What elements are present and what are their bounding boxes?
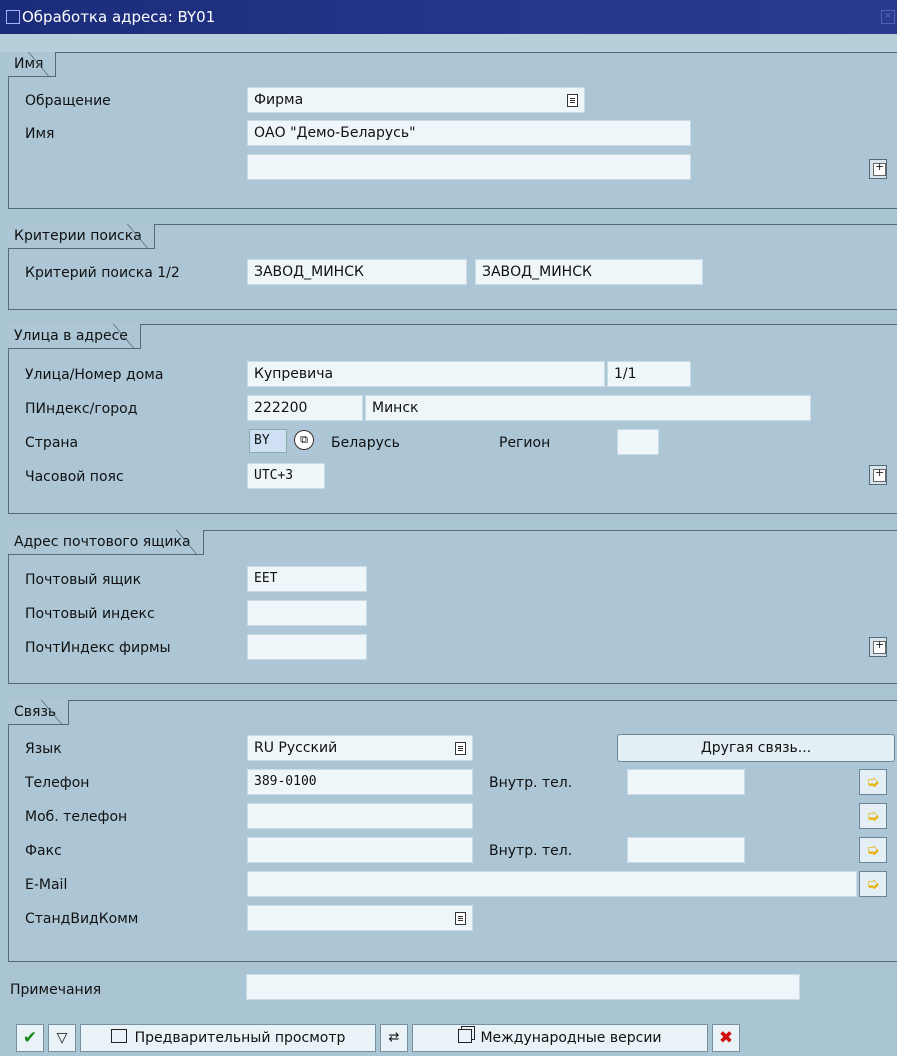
region-label: Регион — [499, 435, 551, 451]
search-group: Критерии поиска Критерий поиска 1/2 ЗАВО… — [8, 224, 897, 310]
phone-label: Телефон — [25, 775, 90, 791]
international-versions-label: Международные версии — [480, 1030, 662, 1046]
printer-icon — [110, 1029, 127, 1043]
pobox-postal-label: Почтовый индекс — [25, 606, 155, 622]
expand-street-icon[interactable] — [869, 465, 887, 485]
expand-pobox-icon[interactable] — [869, 637, 887, 657]
dropdown-list-icon[interactable] — [567, 94, 578, 107]
other-communication-button[interactable]: Другая связь... — [617, 734, 895, 762]
name-group: Имя Обращение Фирма Имя ОАО "Демо-Белару… — [8, 52, 897, 209]
street-field[interactable]: Купревича — [247, 361, 605, 387]
company-postal-label: ПочтИндекс фирмы — [25, 640, 171, 656]
house-number-field[interactable]: 1/1 — [607, 361, 691, 387]
country-name: Беларусь — [331, 435, 400, 451]
mobile-label: Моб. телефон — [25, 809, 128, 825]
bottom-toolbar: ✔ ▽ Предварительный просмотр ⇄ Междунаро… — [0, 1018, 897, 1056]
fax-extension-label: Внутр. тел. — [489, 843, 573, 859]
pobox-label: Почтовый ящик — [25, 572, 142, 588]
pobox-group-title: Адрес почтового ящика — [8, 530, 204, 555]
salutation-label: Обращение — [25, 93, 111, 109]
search-criteria-label: Критерий поиска 1/2 — [25, 265, 180, 281]
copy-icon — [458, 1029, 473, 1043]
country-label: Страна — [25, 435, 79, 451]
language-value: RU Русский — [254, 740, 338, 756]
mobile-field[interactable] — [247, 803, 473, 829]
salutation-field[interactable]: Фирма — [247, 87, 585, 113]
search-group-title: Критерии поиска — [8, 224, 155, 249]
notes-label: Примечания — [10, 982, 102, 998]
international-versions-button[interactable]: Международные версии — [412, 1024, 708, 1052]
phone-arrow-icon[interactable]: ➭ — [859, 769, 887, 795]
preview-button[interactable]: Предварительный просмотр — [80, 1024, 376, 1052]
timezone-label: Часовой пояс — [25, 469, 124, 485]
communication-group: Связь Язык RU Русский Другая связь... Те… — [8, 700, 897, 962]
name-group-title: Имя — [8, 52, 57, 77]
confirm-check-icon[interactable]: ✔ — [16, 1024, 44, 1052]
fax-arrow-icon[interactable]: ➭ — [859, 837, 887, 863]
street-label: Улица/Номер дома — [25, 367, 164, 383]
street-group-title: Улица в адресе — [8, 324, 141, 349]
salutation-value: Фирма — [254, 92, 304, 108]
fax-extension-field[interactable] — [627, 837, 745, 863]
email-label: E-Mail — [25, 877, 68, 893]
street-group: Улица в адресе Улица/Номер дома Купревич… — [8, 324, 897, 514]
city-field[interactable]: Минск — [365, 395, 811, 421]
preview-label: Предварительный просмотр — [134, 1030, 346, 1046]
std-comm-field[interactable] — [247, 905, 473, 931]
email-arrow-icon[interactable]: ➭ — [859, 871, 887, 897]
cancel-x-icon[interactable]: ✖ — [712, 1024, 740, 1052]
phone-extension-label: Внутр. тел. — [489, 775, 573, 791]
expand-name-icon[interactable] — [869, 159, 887, 179]
language-field[interactable]: RU Русский — [247, 735, 473, 761]
header-strip — [0, 34, 897, 52]
std-comm-label: СтандВидКомм — [25, 911, 139, 927]
pobox-group: Адрес почтового ящика Почтовый ящик EET … — [8, 530, 897, 684]
fax-label: Факс — [25, 843, 62, 859]
fax-field[interactable] — [247, 837, 473, 863]
search-criteria-2-field[interactable]: ЗАВОД_МИНСК — [475, 259, 703, 285]
country-code-field[interactable]: BY — [249, 429, 287, 453]
name-field[interactable]: ОАО "Демо-Беларусь" — [247, 120, 691, 146]
communication-group-title: Связь — [8, 700, 70, 725]
rotate-versions-icon[interactable]: ⇄ — [380, 1024, 408, 1052]
dropdown-list-icon[interactable] — [455, 742, 466, 755]
window-title: Обработка адреса: BY01 — [22, 8, 216, 26]
email-field[interactable] — [247, 871, 857, 897]
phone-extension-field[interactable] — [627, 769, 745, 795]
filter-down-icon[interactable]: ▽ — [48, 1024, 76, 1052]
company-postal-field[interactable] — [247, 634, 367, 660]
notes-field[interactable] — [246, 974, 800, 1000]
name2-field[interactable] — [247, 154, 691, 180]
search-criteria-1-field[interactable]: ЗАВОД_МИНСК — [247, 259, 467, 285]
window-icon — [6, 10, 20, 24]
pobox-field[interactable]: EET — [247, 566, 367, 592]
title-bar: Обработка адреса: BY01 ✕ — [0, 0, 897, 34]
language-label: Язык — [25, 741, 62, 757]
phone-field[interactable]: 389-0100 — [247, 769, 473, 795]
search-help-icon[interactable]: ⧉ — [294, 430, 314, 450]
pobox-postal-field[interactable] — [247, 600, 367, 626]
name-label: Имя — [25, 126, 55, 142]
dropdown-list-icon[interactable] — [455, 912, 466, 925]
timezone-field[interactable]: UTC+3 — [247, 463, 325, 489]
mobile-arrow-icon[interactable]: ➭ — [859, 803, 887, 829]
close-icon[interactable]: ✕ — [881, 10, 895, 24]
postal-code-field[interactable]: 222200 — [247, 395, 363, 421]
region-field[interactable] — [617, 429, 659, 455]
postal-city-label: ПИндекс/город — [25, 401, 138, 417]
